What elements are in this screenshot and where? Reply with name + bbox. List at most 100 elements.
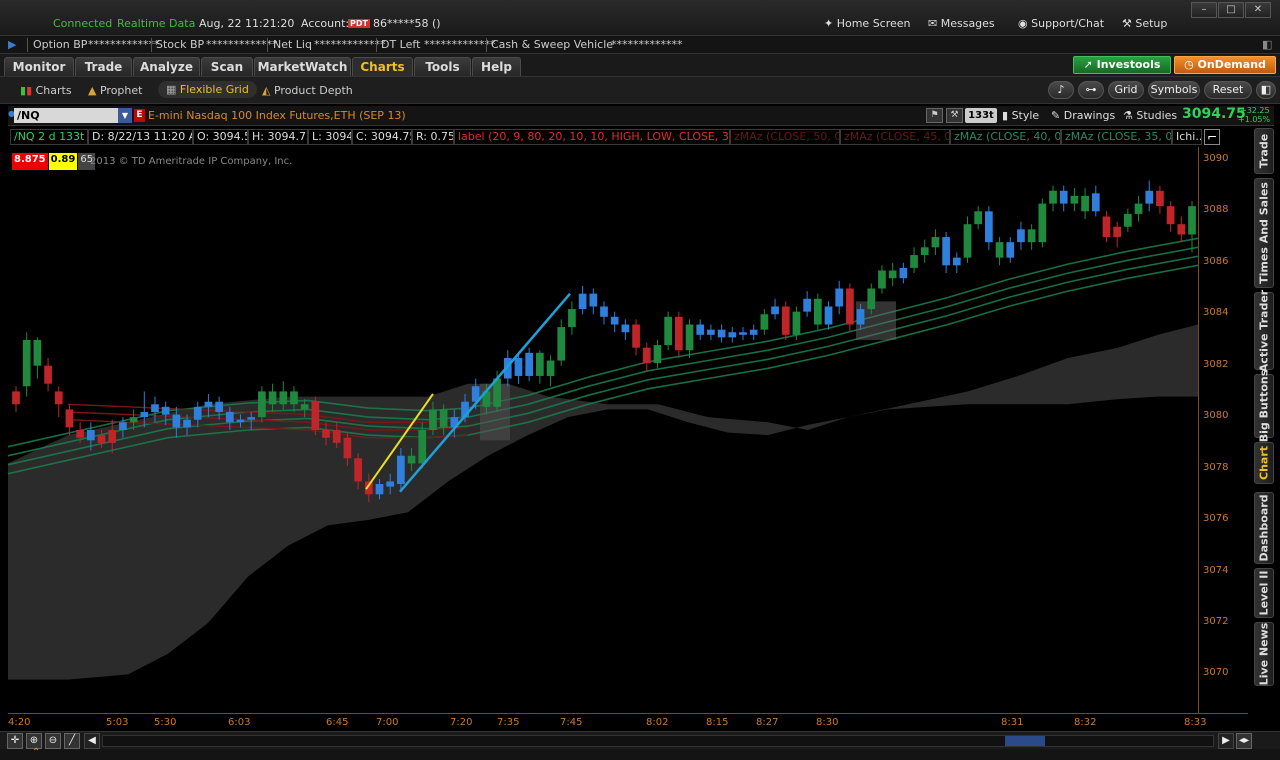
scroll-left-icon[interactable]: ◀ [84, 733, 100, 749]
account-bar-scroll-icon[interactable]: ◧ [1262, 38, 1272, 51]
close-button[interactable]: ✕ [1245, 2, 1271, 18]
candle-body [1017, 229, 1025, 243]
grid-button[interactable]: Grid [1108, 81, 1144, 99]
candle-body [610, 316, 619, 325]
sidetab-dashboard[interactable]: Dashboard [1254, 492, 1274, 564]
study-zmaz-50[interactable]: zMAz (CLOSE, 50, 0) [730, 129, 840, 145]
studies-menu[interactable]: ⚗ Studies [1123, 109, 1177, 122]
ondemand-button[interactable]: ◷ OnDemand [1174, 56, 1276, 74]
scrollbar-thumb[interactable] [1005, 736, 1045, 746]
study-label[interactable]: label (20, 9, 80, 20, 10, 10, HIGH, LOW,… [454, 129, 730, 145]
candle-body [1177, 224, 1186, 235]
option-bp-value: ************* [88, 38, 160, 51]
chart-settings-icon[interactable]: ⌐ [1204, 129, 1220, 145]
candle-body [974, 211, 983, 225]
account-number: 86*****58 () [372, 17, 441, 30]
zoom-out-icon[interactable]: ⊖ [45, 733, 61, 749]
candle-body [878, 270, 886, 289]
sidetab-level-ii[interactable]: Level II [1254, 568, 1274, 618]
crosshair-icon[interactable]: ✛ [7, 733, 23, 749]
setup-button[interactable]: ⚒ Setup [1122, 17, 1167, 30]
price-tick: 3078 [1203, 461, 1229, 473]
sidetab-live-news[interactable]: Live News [1254, 622, 1274, 686]
study-zmaz-40[interactable]: zMAz (CLOSE, 40, 0) [950, 129, 1061, 145]
dt-left-label: DT Left [381, 38, 421, 51]
candle-body [65, 409, 74, 428]
sidetab-trade[interactable]: Trade [1254, 128, 1274, 174]
sidetab-chart[interactable]: Chart [1254, 442, 1274, 484]
expand-up-icon[interactable]: ⌃ [32, 747, 40, 758]
expand-range-icon[interactable]: ◂▸ [1236, 733, 1252, 749]
link-icon[interactable]: ⊶ [1078, 81, 1104, 99]
sidetab-active-trader[interactable]: Active Trader [1254, 290, 1274, 372]
candle-body [236, 419, 245, 423]
candle-body [803, 298, 811, 312]
tick-aggregation-badge[interactable]: 133t [965, 108, 997, 123]
scroll-right-icon[interactable]: ▶ [1218, 733, 1234, 749]
subtab-prophet[interactable]: ▲ Prophet [88, 84, 142, 97]
time-tick: 5:03 [106, 717, 129, 728]
symbol-dropdown-icon[interactable]: ▼ [118, 108, 132, 123]
bell-icon[interactable]: ♪ [1048, 81, 1074, 99]
drawing-tool-icon[interactable]: ⚑ [926, 108, 943, 123]
candle-body [514, 357, 523, 376]
expand-arrow-icon[interactable]: ▶ [8, 38, 16, 51]
horizontal-scrollbar[interactable] [102, 735, 1214, 747]
support-chat-button[interactable]: ◉ Support/Chat [1018, 17, 1104, 30]
symbol-input[interactable]: /NQ [14, 108, 124, 123]
connection-status: Connected [53, 17, 113, 30]
wrench-icon[interactable]: ⚒ [946, 108, 963, 123]
candle-body [600, 306, 608, 317]
study-ichimoku[interactable]: Ichi... [1172, 129, 1202, 145]
line-draw-icon[interactable]: ╱ [64, 733, 80, 749]
time-tick: 7:35 [497, 717, 520, 728]
maximize-button[interactable]: □ [1218, 2, 1244, 18]
home-screen-button[interactable]: ✦ Home Screen [824, 17, 911, 30]
dt-left-value: ************* [424, 38, 496, 51]
drawings-menu[interactable]: ✎ Drawings [1051, 109, 1115, 122]
price-tick: 3090 [1203, 152, 1229, 164]
candle-body [161, 406, 170, 415]
tab-marketwatch[interactable]: MarketWatch [254, 57, 351, 76]
candle-body [1081, 195, 1089, 212]
bottom-strip: ⌃ [0, 747, 1280, 760]
candle-body [546, 360, 555, 376]
symbols-button[interactable]: Symbols [1148, 81, 1200, 99]
tab-help[interactable]: Help [472, 57, 521, 76]
candle-body [290, 391, 298, 405]
candle-body [44, 365, 52, 384]
sidetab-times-and-sales[interactable]: Times And Sales [1254, 178, 1274, 288]
price-axis[interactable]: 3090 3088 3086 3084 3082 3080 3078 3076 3074 3072… [1198, 147, 1248, 713]
candle-body [151, 404, 159, 412]
reset-button[interactable]: Reset [1204, 81, 1252, 99]
messages-button[interactable]: ✉ Messages [928, 17, 995, 30]
tab-monitor[interactable]: Monitor [4, 57, 74, 76]
subtab-product-depth[interactable]: ◭ Product Depth [262, 84, 353, 97]
style-menu[interactable]: ▮ Style [1002, 109, 1039, 122]
subtab-flexible-grid[interactable]: ▦ Flexible Grid [158, 81, 257, 98]
study-zmaz-45[interactable]: zMAz (CLOSE, 45, 0) [840, 129, 950, 145]
candle-body [204, 401, 213, 407]
subtab-charts[interactable]: ▮▮ Charts [20, 84, 72, 97]
study-zmaz-35[interactable]: zMAz (CLOSE, 35, 0) [1061, 129, 1172, 145]
candle-body [1145, 190, 1154, 204]
net-liq-value: ************* [314, 38, 386, 51]
sidetab-big-buttons[interactable]: Big Buttons [1254, 370, 1274, 442]
window-options-icon[interactable]: ◧ [1256, 81, 1276, 99]
minimize-button[interactable]: – [1191, 2, 1217, 18]
price-chart[interactable] [8, 147, 1198, 713]
time-axis[interactable]: 4:20 5:03 5:30 6:03 6:45 7:00 7:20 7:35 7:45 8:02… [8, 713, 1248, 731]
pyramid-icon: ▲ [88, 84, 100, 97]
tab-trade[interactable]: Trade [75, 57, 132, 76]
tab-tools[interactable]: Tools [414, 57, 471, 76]
candle-body [418, 430, 427, 464]
tab-analyze[interactable]: Analyze [133, 57, 200, 76]
tab-charts[interactable]: Charts [352, 57, 413, 76]
study-close: C: 3094.75 [352, 129, 412, 145]
investools-button[interactable]: ➚ Investools [1073, 56, 1171, 74]
account-info-bar: ▶ Option BP ************* Stock BP *****… [0, 36, 1280, 54]
clock-icon: ◷ [1184, 58, 1198, 71]
top-status-bar: Connected Realtime Data Aug, 22 11:21:20… [0, 0, 1280, 36]
account-selector[interactable]: PDT 86*****58 () [348, 17, 441, 30]
tab-scan[interactable]: Scan [201, 57, 253, 76]
